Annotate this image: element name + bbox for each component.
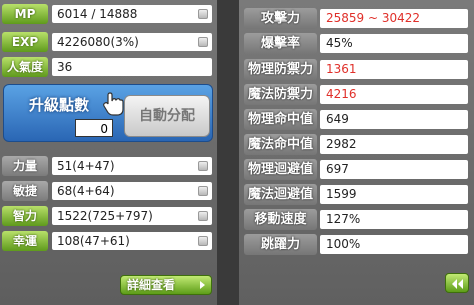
stat-value: 108(47+61) — [52, 232, 212, 250]
detail-stat-row: 魔法命中值 2982 — [244, 134, 468, 155]
detail-stat-label: 物理命中值 — [244, 109, 317, 130]
detail-stat-label: 魔法防禦力 — [244, 84, 317, 105]
detail-view-label: 詳細查看 — [127, 278, 176, 292]
auto-assign-button[interactable]: 自動分配 — [124, 95, 210, 137]
detail-stat-value: 45% — [320, 34, 468, 53]
detail-stat-value: 1599 — [320, 185, 468, 204]
stat-value: 36 — [52, 58, 212, 76]
detail-stat-row: 爆擊率 45% — [244, 33, 468, 54]
stat-row-luk: 幸運 108(47+61) — [2, 231, 214, 251]
stat-value: 4226080(3%) — [52, 33, 212, 51]
detail-stat-value: 649 — [320, 110, 468, 129]
detail-stat-value: 697 — [320, 160, 468, 179]
ability-points-value: 0 — [75, 119, 113, 137]
stat-label: 人氣度 — [2, 57, 48, 77]
stat-row-int: 智力 1522(725+797) — [2, 206, 214, 226]
stat-up-icon[interactable] — [198, 236, 208, 246]
stat-row-dex: 敏捷 68(4+64) — [2, 181, 214, 201]
detail-stat-label: 魔法迴避值 — [244, 184, 317, 205]
stat-value-text: 68(4+64) — [57, 184, 115, 198]
stat-window-left: MP 6014 / 14888 EXP 4226080(3%) 人氣度 36 升… — [0, 0, 217, 305]
stat-up-icon[interactable] — [198, 211, 208, 221]
detail-stat-label: 跳躍力 — [244, 234, 317, 255]
detail-stat-value: 2982 — [320, 135, 468, 154]
stat-value-text: 36 — [57, 60, 73, 74]
detail-stat-value: 1361 — [320, 60, 468, 79]
stat-window-right: 攻擊力 25859 ~ 30422 爆擊率 45% 物理防禦力 1361 魔法防… — [239, 0, 474, 305]
stat-label: 敏捷 — [2, 181, 48, 201]
detail-stat-value: 4216 — [320, 85, 468, 104]
stat-row-fame: 人氣度 36 — [2, 57, 214, 77]
ability-points-title: 升級點數 — [29, 96, 90, 114]
detail-stat-label: 爆擊率 — [244, 33, 317, 54]
detail-stat-value: 100% — [320, 235, 468, 254]
ability-points-panel: 升級點數 0 自動分配 — [3, 84, 213, 142]
stat-label: 力量 — [2, 156, 48, 176]
stat-value: 68(4+64) — [52, 182, 212, 200]
stat-up-icon[interactable] — [198, 186, 208, 196]
detail-stat-row: 魔法迴避值 1599 — [244, 184, 468, 205]
detail-stat-label: 移動速度 — [244, 209, 317, 230]
detail-stat-row: 魔法防禦力 4216 — [244, 84, 468, 105]
detail-stat-label: 物理防禦力 — [244, 59, 317, 80]
detail-stat-row: 物理命中值 649 — [244, 109, 468, 130]
stat-label: 幸運 — [2, 231, 48, 251]
stat-value-text: 1522(725+797) — [57, 209, 153, 223]
detail-stat-row: 跳躍力 100% — [244, 234, 468, 255]
stat-label: MP — [2, 4, 48, 24]
info-knob-icon[interactable] — [198, 9, 208, 19]
detail-stat-row: 移動速度 127% — [244, 209, 468, 230]
stat-value: 6014 / 14888 — [52, 5, 212, 23]
detail-view-button[interactable]: 詳細查看 — [120, 275, 212, 295]
stat-label: 智力 — [2, 206, 48, 226]
collapse-button[interactable] — [445, 273, 469, 293]
stat-value-text: 6014 / 14888 — [57, 7, 138, 21]
stat-value-text: 4226080(3%) — [57, 35, 139, 49]
detail-stat-row: 物理防禦力 1361 — [244, 59, 468, 80]
stat-row-str: 力量 51(4+47) — [2, 156, 214, 176]
detail-stat-row: 物理迴避值 697 — [244, 159, 468, 180]
stat-value: 51(4+47) — [52, 157, 212, 175]
detail-stat-value: 127% — [320, 210, 468, 229]
detail-stat-value: 25859 ~ 30422 — [320, 9, 468, 28]
stat-value: 1522(725+797) — [52, 207, 212, 225]
detail-stat-label: 物理迴避值 — [244, 159, 317, 180]
stat-label: EXP — [2, 32, 48, 52]
detail-stat-row: 攻擊力 25859 ~ 30422 — [244, 8, 468, 29]
stat-up-icon[interactable] — [198, 161, 208, 171]
arrow-right-icon — [200, 281, 205, 289]
info-knob-icon[interactable] — [198, 37, 208, 47]
detail-stat-label: 魔法命中值 — [244, 134, 317, 155]
stat-row-exp: EXP 4226080(3%) — [2, 32, 214, 52]
hand-cursor-icon — [103, 92, 124, 116]
detail-stat-label: 攻擊力 — [244, 8, 317, 29]
double-arrow-left-icon — [452, 279, 463, 289]
stat-value-text: 108(47+61) — [57, 234, 130, 248]
stat-value-text: 51(4+47) — [57, 159, 115, 173]
stat-row-mp: MP 6014 / 14888 — [2, 4, 214, 24]
